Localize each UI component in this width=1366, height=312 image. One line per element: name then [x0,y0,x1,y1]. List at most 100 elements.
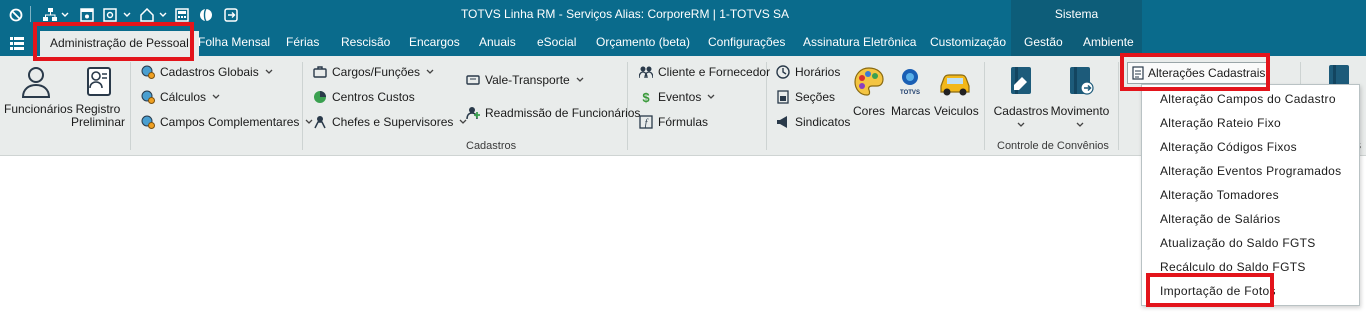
alteracoes-cadastrais-menu: Alteração Campos do Cadastro Alteração R… [1141,84,1360,306]
tab-rescisao[interactable]: Rescisão [341,29,390,56]
globe-gear-icon [141,65,155,79]
cadastros-group-label: Cadastros [466,140,517,152]
sindicatos-label: Sindicatos [795,115,851,129]
clock-icon [776,65,790,79]
chevron-down-icon [212,94,220,99]
tab-assinatura-eletronica[interactable]: Assinatura Eletrônica [803,29,916,56]
client-supplier-icon [639,66,653,79]
tab-administracao-pessoal[interactable]: Administração de Pessoal [40,31,199,56]
cores-button[interactable]: Cores [851,66,887,118]
formulas-label: Fórmulas [658,115,709,129]
tab-ferias[interactable]: Férias [286,29,319,56]
marcas-button[interactable]: TOTVS Marcas [891,66,930,118]
briefcase-icon [313,66,327,78]
globe-calc-icon [141,90,155,104]
chefes-supervisores-label: Chefes e Supervisores [332,115,454,129]
readmit-icon [466,107,480,120]
eventos-label: Eventos [658,90,702,104]
funcionarios-button[interactable]: Funcionários [4,66,73,116]
convenios-movimento-button[interactable]: Movimento [1050,66,1110,131]
menu-item-alteracao-tomadores[interactable]: Alteração Tomadores [1160,188,1279,202]
centros-custos-button[interactable]: Centros Custos [313,90,415,104]
chevron-down-icon [576,77,584,82]
menu-item-importacao-fotos[interactable]: Importação de Fotos [1160,284,1276,298]
supervisor-icon [314,116,326,129]
palette-icon [854,67,884,96]
alteracoes-cadastrais-button[interactable]: Alterações Cadastrais [1127,62,1269,84]
tab-encargos[interactable]: Encargos [409,29,460,56]
menu-item-atualizacao-saldo-fgts[interactable]: Atualização do Saldo FGTS [1160,236,1316,250]
bus-ticket-icon [466,75,480,85]
menu-item-recalculo-saldo-fgts[interactable]: Recálculo do Saldo FGTS [1160,260,1306,274]
chevron-down-icon [426,69,434,74]
app-window: { "window": { "title": "TOTVS Linha RM -… [0,0,1366,312]
chevron-down-icon [707,94,715,99]
cadastros-globais-button[interactable]: Cadastros Globais [141,65,273,79]
formula-icon: f [639,115,653,129]
convenios-movimento-label: Movimento [1050,104,1110,118]
group-divider [984,62,985,150]
tab-ambiente[interactable]: Ambiente [1083,29,1134,56]
registro-preliminar-label-2: Preliminar [70,115,125,129]
notebook-icon [1011,67,1031,94]
chefes-supervisores-button[interactable]: Chefes e Supervisores [313,115,467,129]
vale-transporte-button[interactable]: Vale-Transporte [466,73,584,87]
menu-item-alteracao-rateio-fixo[interactable]: Alteração Rateio Fixo [1160,116,1281,130]
app-menu-icon[interactable] [10,36,24,50]
cores-label: Cores [852,104,885,118]
secoes-label: Seções [795,90,836,104]
calculos-button[interactable]: Cálculos [141,90,220,104]
menu-item-alteracao-salarios[interactable]: Alteração de Salários [1160,212,1280,226]
globe-fields-icon [141,115,155,129]
tab-gestao[interactable]: Gestão [1024,29,1063,56]
marcas-logo-text: TOTVS [900,90,920,96]
campos-complementares-button[interactable]: Campos Complementares [141,115,313,129]
cargos-funcoes-label: Cargos/Funções [332,65,421,79]
document-icon [1132,66,1144,80]
menu-item-alteracao-codigos-fixos[interactable]: Alteração Códigos Fixos [1160,140,1297,154]
horarios-label: Horários [795,65,841,79]
cargos-funcoes-button[interactable]: Cargos/Funções [313,65,434,79]
tab-configuracoes[interactable]: Configurações [708,29,785,56]
vale-transporte-label: Vale-Transporte [485,73,570,87]
context-group-header: Sistema [1011,0,1142,29]
convenios-cadastros-button[interactable]: Cadastros [993,66,1049,131]
cliente-fornecedor-label: Cliente e Fornecedor [658,65,771,79]
registration-card-icon [87,67,111,96]
horarios-button[interactable]: Horários [776,65,840,79]
chevron-down-icon [265,69,273,74]
group-divider [130,62,131,150]
tab-orcamento[interactable]: Orçamento (beta) [596,29,690,56]
funcionarios-label: Funcionários [4,102,73,116]
veiculos-label: Veiculos [934,104,979,118]
sindicatos-button[interactable]: Sindicatos [776,115,850,129]
svg-text:f: f [645,118,649,129]
readmissao-label: Readmissão de Funcionários [485,106,641,120]
tab-anuais[interactable]: Anuais [479,29,516,56]
megaphone-icon [777,116,787,128]
menu-item-alteracao-campos-cadastro[interactable]: Alteração Campos do Cadastro [1160,92,1336,106]
readmissao-button[interactable]: Readmissão de Funcionários [466,106,640,120]
ribbon-tab-bar: Administração de Pessoal Folha Mensal Fé… [0,29,1366,56]
chevron-down-icon [1017,122,1025,127]
formulas-button[interactable]: f Fórmulas [639,115,708,129]
cliente-fornecedor-button[interactable]: Cliente e Fornecedor [639,65,770,79]
person-icon [21,67,51,98]
eventos-button[interactable]: $ Eventos [639,90,715,104]
secoes-button[interactable]: Seções [776,90,835,104]
tab-esocial[interactable]: eSocial [537,29,576,56]
centros-custos-label: Centros Custos [332,90,415,104]
campos-complementares-label: Campos Complementares [160,115,300,129]
brand-logo-icon: TOTVS [900,69,920,96]
registro-preliminar-button[interactable]: Registro Preliminar [70,66,126,129]
group-divider [766,62,767,150]
notebook-arrow-icon [1070,67,1094,95]
calculos-label: Cálculos [160,90,207,104]
menu-item-alteracao-eventos-programados[interactable]: Alteração Eventos Programados [1160,164,1341,178]
tab-customizacao[interactable]: Customização [930,29,1006,56]
veiculos-button[interactable]: Veiculos [934,66,979,118]
title-bar: TOTVS Linha RM - Serviços Alias: Corpore… [0,0,1366,29]
money-icon: $ [642,90,650,104]
tab-folha-mensal[interactable]: Folha Mensal [198,29,270,56]
alteracoes-cadastrais-label: Alterações Cadastrais [1148,66,1266,80]
